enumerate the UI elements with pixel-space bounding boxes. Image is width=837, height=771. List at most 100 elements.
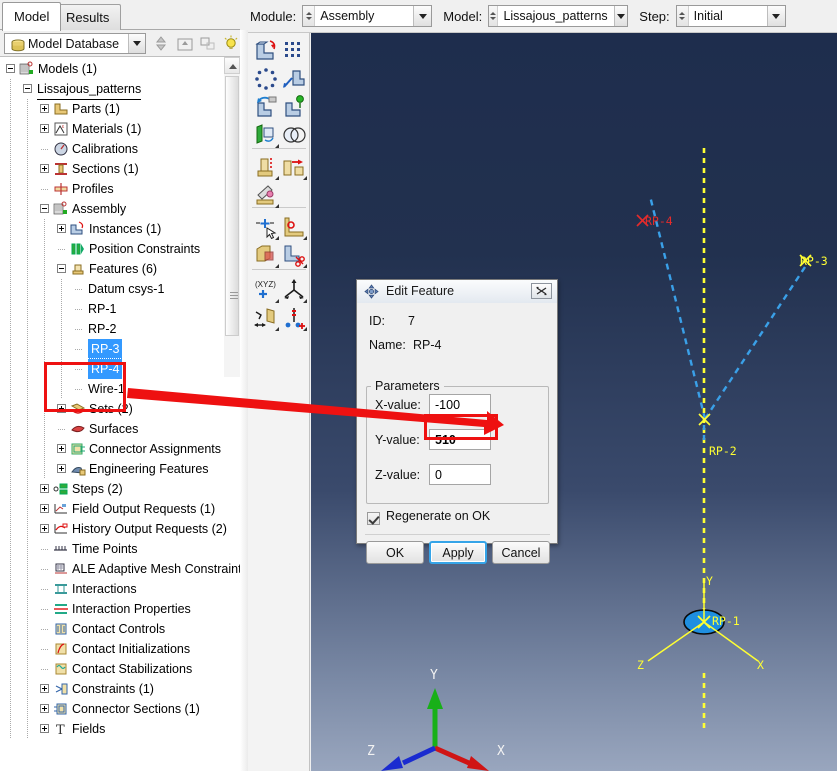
- tree-guide-line: [10, 479, 11, 499]
- tree-filter-button[interactable]: [198, 34, 218, 53]
- z-value-input[interactable]: 0: [429, 464, 491, 485]
- tree-scrollbar[interactable]: [224, 57, 240, 377]
- tree-item-features-6[interactable]: Features (6): [0, 259, 222, 279]
- tree-expand-toggle[interactable]: [40, 104, 49, 113]
- tree-item-calibrations[interactable]: Calibrations: [0, 139, 222, 159]
- tree-item-contact-stabilizations[interactable]: Contact Stabilizations: [0, 659, 222, 679]
- partition-cell-button[interactable]: [252, 241, 280, 269]
- tree-item-constraints-1[interactable]: Constraints (1): [0, 679, 222, 699]
- cancel-button[interactable]: Cancel: [492, 541, 550, 564]
- x-value-input[interactable]: -100: [429, 394, 491, 415]
- chevron-down-icon[interactable]: [766, 6, 785, 26]
- tree-item-surfaces[interactable]: Surfaces: [0, 419, 222, 439]
- chevron-down-icon[interactable]: [413, 6, 432, 26]
- tree-guide-line: [10, 499, 11, 519]
- tree-item-history-output-requests-2[interactable]: History Output Requests (2): [0, 519, 227, 539]
- tree-item-assembly[interactable]: Assembly: [0, 199, 222, 219]
- regenerate-on-ok-checkbox[interactable]: [367, 512, 380, 525]
- create-instance-button[interactable]: [252, 37, 280, 65]
- boolean-merge-button[interactable]: [280, 121, 308, 149]
- rotate-instance-button[interactable]: [252, 93, 280, 121]
- tree-item-profiles[interactable]: Profiles: [0, 179, 222, 199]
- tree-item-rp-2[interactable]: RP-2: [0, 319, 222, 339]
- tree-expand-toggle[interactable]: [40, 484, 49, 493]
- tree-item-sections-1[interactable]: Sections (1): [0, 159, 222, 179]
- create-radial-pattern-button[interactable]: [252, 65, 280, 93]
- tree-item-connector-assignments[interactable]: Connector Assignments: [0, 439, 222, 459]
- create-constraint-button[interactable]: [252, 121, 280, 149]
- edit-feature-dialog[interactable]: Edit Feature ID: 7 Name: RP-4 Parameters…: [356, 279, 558, 564]
- tree-expand-toggle[interactable]: [57, 464, 66, 473]
- tree-collapse-toggle[interactable]: [6, 64, 15, 73]
- query-xyz-button[interactable]: (XYZ): [252, 276, 280, 304]
- tree-item-lissajous-patterns[interactable]: Lissajous_patterns: [0, 79, 222, 100]
- tree-expand-toggle[interactable]: [40, 704, 49, 713]
- model-tree[interactable]: Models (1) Lissajous_patterns Parts (1) ε Ma…: [0, 57, 240, 771]
- scrollbar-thumb[interactable]: [225, 76, 239, 336]
- apply-button[interactable]: Apply: [429, 541, 487, 564]
- tree-item-parts-1[interactable]: Parts (1): [0, 99, 222, 119]
- panel-splitter[interactable]: [240, 30, 248, 771]
- translate-to-button[interactable]: [280, 93, 308, 121]
- tree-item-materials-1[interactable]: ε Materials (1): [0, 119, 222, 139]
- tree-item-instances-1[interactable]: Instances (1): [0, 219, 222, 239]
- tree-item-time-points[interactable]: Time Points: [0, 539, 222, 559]
- chevron-down-icon[interactable]: [613, 6, 628, 26]
- tree-expand-toggle[interactable]: [57, 444, 66, 453]
- create-reference-point-button[interactable]: [280, 276, 308, 304]
- tree-item-fields[interactable]: T Fields: [0, 719, 222, 739]
- step-spinner-icon[interactable]: [676, 6, 689, 26]
- tree-expand-toggle[interactable]: [40, 724, 49, 733]
- tree-expand-toggle[interactable]: [40, 124, 49, 133]
- tree-item-datum-csys-1[interactable]: Datum csys-1: [0, 279, 222, 299]
- tab-results[interactable]: Results: [54, 4, 122, 30]
- step-combobox[interactable]: Initial: [675, 5, 786, 27]
- tree-highlight-button[interactable]: [221, 34, 241, 53]
- linear-instance-pattern-button[interactable]: [280, 153, 308, 181]
- tree-item-steps-2[interactable]: Steps (2): [0, 479, 222, 499]
- model-spinner-icon[interactable]: [489, 6, 499, 26]
- tab-model[interactable]: Model: [2, 2, 62, 31]
- tree-collapse-toggle[interactable]: [40, 204, 49, 213]
- tree-expand-toggle[interactable]: [57, 224, 66, 233]
- ok-button[interactable]: OK: [366, 541, 424, 564]
- edit-instance-button[interactable]: [252, 181, 280, 209]
- tree-item-interactions[interactable]: Interactions: [0, 579, 222, 599]
- tree-collapse-toggle[interactable]: [57, 264, 66, 273]
- contact-controls-icon: [53, 621, 69, 637]
- query-distance-button[interactable]: [280, 304, 308, 332]
- translate-instance-button[interactable]: [280, 65, 308, 93]
- model-database-selector[interactable]: Model Database: [4, 33, 146, 54]
- tree-expand-toggle[interactable]: [40, 524, 49, 533]
- chevron-down-icon[interactable]: [128, 34, 145, 53]
- tree-collapse-toggle[interactable]: [23, 84, 32, 93]
- tree-go-up-button[interactable]: [175, 34, 195, 53]
- dialog-titlebar[interactable]: Edit Feature: [357, 280, 557, 304]
- create-linear-pattern-button[interactable]: [280, 37, 308, 65]
- tree-item-contact-controls[interactable]: Contact Controls: [0, 619, 222, 639]
- tree-spin-updown-button[interactable]: [151, 34, 171, 53]
- measure-distance-button[interactable]: [252, 304, 280, 332]
- tree-item-engineering-features[interactable]: Engineering Features: [0, 459, 222, 479]
- tree-item-rp-3[interactable]: RP-3: [0, 339, 222, 359]
- module-spinner-icon[interactable]: [303, 6, 316, 26]
- tree-expand-toggle[interactable]: [40, 504, 49, 513]
- model-combobox[interactable]: Lissajous_patterns: [488, 5, 629, 27]
- create-part-instance-button[interactable]: [252, 153, 280, 181]
- module-combobox[interactable]: Assembly: [302, 5, 433, 27]
- tree-item-position-constraints[interactable]: Position Constraints: [0, 239, 222, 259]
- tree-expand-toggle[interactable]: [40, 684, 49, 693]
- tree-item-field-output-requests-1[interactable]: Field Output Requests (1): [0, 499, 222, 519]
- create-datum-point-button[interactable]: [252, 213, 280, 241]
- tree-item-connector-sections-1[interactable]: Connector Sections (1): [0, 699, 222, 719]
- tree-item-models-1[interactable]: Models (1): [0, 59, 222, 79]
- tree-expand-toggle[interactable]: [40, 164, 49, 173]
- cut-instance-button[interactable]: [280, 241, 308, 269]
- scroll-up-icon[interactable]: [224, 57, 240, 74]
- create-datum-axis-button[interactable]: [280, 213, 308, 241]
- tree-item-interaction-properties[interactable]: Interaction Properties: [0, 599, 222, 619]
- close-button[interactable]: [531, 283, 552, 299]
- tree-item-rp-1[interactable]: RP-1: [0, 299, 222, 319]
- tree-item-contact-initializations[interactable]: Contact Initializations: [0, 639, 222, 659]
- tree-item-ale-adaptive-mesh-constraints[interactable]: ALE Adaptive Mesh Constraints: [0, 559, 240, 579]
